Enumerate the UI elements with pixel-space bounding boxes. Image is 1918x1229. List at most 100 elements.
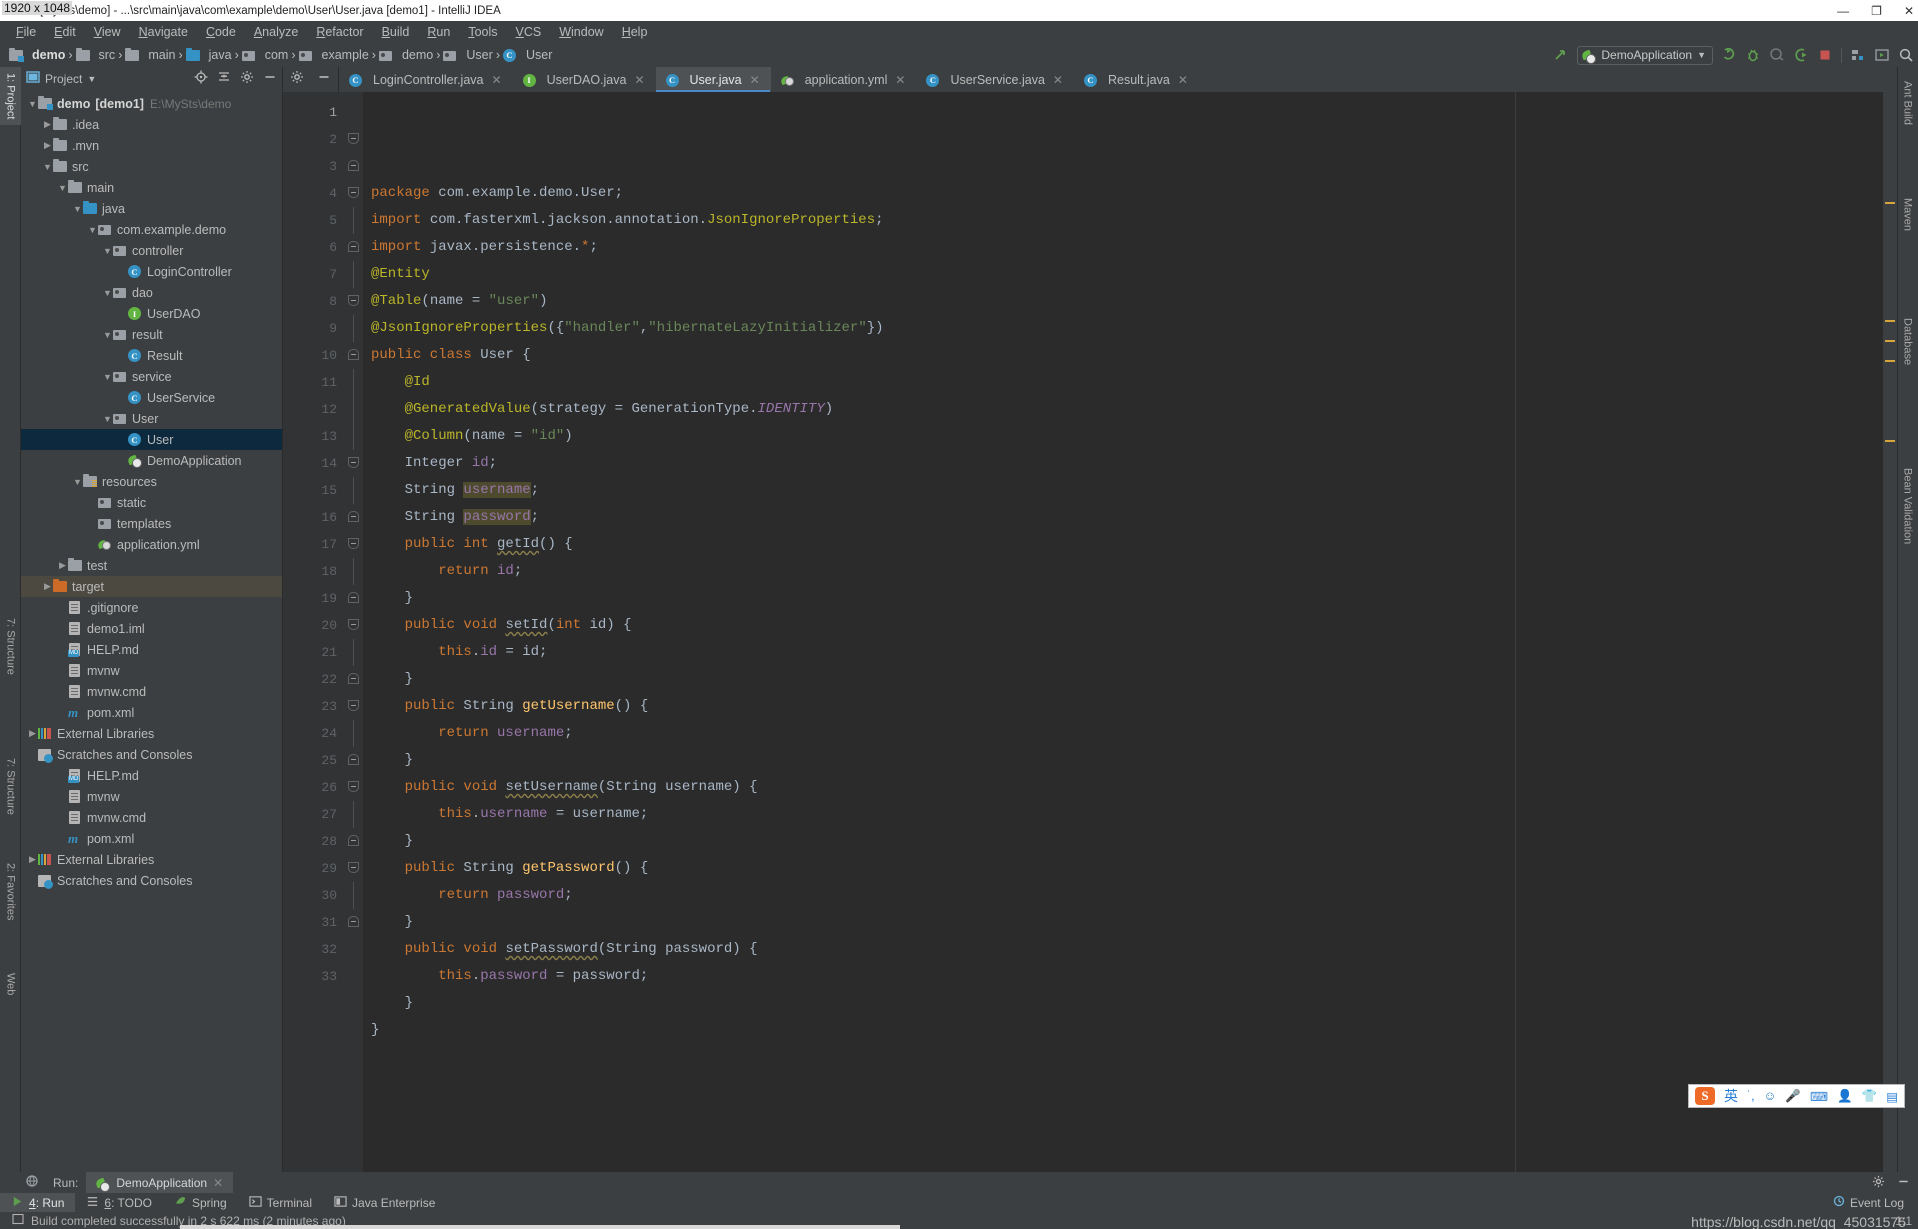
project-structure-icon[interactable] [1850, 47, 1866, 63]
collapse-all-icon[interactable] [217, 70, 231, 87]
fold-region[interactable] [345, 180, 363, 207]
tool-tab-antbuild[interactable]: Ant Build [1897, 75, 1918, 131]
chevron-down-icon[interactable]: ▼ [102, 414, 113, 424]
tree-node-mvnw[interactable]: mvnw [21, 786, 282, 807]
fold-toggle-icon[interactable] [348, 457, 359, 468]
tree-node-externallibraries[interactable]: ▶ External Libraries [21, 849, 282, 870]
fold-toggle-icon[interactable] [348, 511, 359, 522]
fold-region[interactable] [345, 99, 363, 126]
maximize-button[interactable]: ❐ [1871, 4, 1882, 18]
tree-node-demoapplication[interactable]: DemoApplication [21, 450, 282, 471]
fold-region[interactable] [345, 639, 363, 666]
event-log-button[interactable]: Event Log [1833, 1195, 1904, 1210]
scrollbar-thumb[interactable] [180, 1225, 900, 1229]
fold-region[interactable] [345, 450, 363, 477]
tool-tab-beanvalidation[interactable]: Bean Validation [1897, 462, 1918, 550]
chevron-down-icon[interactable]: ▼ [42, 162, 53, 172]
tree-node-service[interactable]: ▼ service [21, 366, 282, 387]
tree-node-logincontroller[interactable]: C LoginController [21, 261, 282, 282]
locate-icon[interactable] [194, 70, 208, 87]
chevron-down-icon[interactable]: ▼ [27, 99, 38, 109]
fold-region[interactable] [345, 207, 363, 234]
menu-item-code[interactable]: Code [197, 24, 245, 40]
menu-item-file[interactable]: File [7, 24, 45, 40]
tool-tab-structure[interactable]: 7: Structure [0, 752, 21, 821]
chevron-down-icon[interactable]: ▼ [87, 225, 98, 235]
fold-region[interactable] [345, 828, 363, 855]
close-button[interactable]: ✕ [1904, 4, 1914, 18]
search-everywhere-icon[interactable] [1898, 47, 1914, 63]
editor-tab-logincontrollerjava[interactable]: C LoginController.java ✕ [339, 67, 513, 92]
toolbox-icon[interactable]: ▤ [1886, 1089, 1898, 1104]
account-icon[interactable]: 👤 [1837, 1089, 1853, 1104]
tree-node-comexampledemo[interactable]: ▼ com.example.demo [21, 219, 282, 240]
chevron-down-icon[interactable]: ▼ [102, 246, 113, 256]
fold-toggle-icon[interactable] [348, 538, 359, 549]
menu-item-view[interactable]: View [85, 24, 130, 40]
fold-region[interactable] [345, 153, 363, 180]
horizontal-scrollbar[interactable] [100, 1225, 1918, 1229]
fold-region[interactable] [345, 747, 363, 774]
breadcrumb-item-java[interactable]: java [183, 47, 235, 63]
tree-node-src[interactable]: ▼ src [21, 156, 282, 177]
fold-region[interactable] [345, 531, 363, 558]
chevron-down-icon[interactable]: ▼ [72, 477, 83, 487]
tree-node-demo1iml[interactable]: demo1.iml [21, 618, 282, 639]
minimize-button[interactable]: — [1837, 4, 1849, 18]
fold-region[interactable] [345, 612, 363, 639]
fold-region[interactable] [345, 396, 363, 423]
ime-mode-label[interactable]: 英 [1724, 1086, 1738, 1106]
tool-tab-favorites[interactable]: 2: Favorites [0, 857, 21, 926]
tree-node-demo[interactable]: ▼ demo [demo1] E:\MySts\demo [21, 93, 282, 114]
tree-node-externallibraries[interactable]: ▶ External Libraries [21, 723, 282, 744]
tree-node-helpmd[interactable]: MD HELP.md [21, 765, 282, 786]
close-icon[interactable]: ✕ [1178, 73, 1188, 87]
fold-toggle-icon[interactable] [348, 187, 359, 198]
breadcrumb-item-demo[interactable]: demo [376, 48, 436, 63]
fold-region[interactable] [345, 126, 363, 153]
chevron-down-icon[interactable]: ▼ [102, 372, 113, 382]
debug-icon[interactable] [1745, 47, 1761, 63]
fold-region[interactable] [345, 315, 363, 342]
tree-node-applicationyml[interactable]: application.yml [21, 534, 282, 555]
editor-tab-userdaojava[interactable]: I UserDAO.java ✕ [513, 67, 656, 92]
fold-region[interactable] [345, 666, 363, 693]
tool-window-javaenterprise[interactable]: Java Enterprise [323, 1193, 446, 1212]
close-icon[interactable]: ✕ [213, 1176, 223, 1190]
fold-toggle-icon[interactable] [348, 592, 359, 603]
code-content[interactable]: package com.example.demo.User; import com… [363, 92, 1897, 1172]
run-icon[interactable] [1721, 47, 1737, 63]
fold-region[interactable] [345, 423, 363, 450]
fold-toggle-icon[interactable] [348, 673, 359, 684]
breadcrumb-item-com[interactable]: com [239, 48, 292, 63]
menu-item-vcs[interactable]: VCS [507, 24, 551, 40]
tree-node-scratchesandconsoles[interactable]: Scratches and Consoles [21, 744, 282, 765]
menu-item-tools[interactable]: Tools [459, 24, 506, 40]
tree-node-mvn[interactable]: ▶ .mvn [21, 135, 282, 156]
tree-node-result[interactable]: C Result [21, 345, 282, 366]
run-tab-demoapplication[interactable]: DemoApplication ✕ [86, 1172, 234, 1193]
menu-item-help[interactable]: Help [613, 24, 657, 40]
fold-toggle-icon[interactable] [348, 781, 359, 792]
fold-region[interactable] [345, 693, 363, 720]
fold-region[interactable] [345, 882, 363, 909]
tree-node-java[interactable]: ▼ java [21, 198, 282, 219]
attach-profiler-icon[interactable] [1793, 47, 1809, 63]
breadcrumb-item-main[interactable]: main [122, 47, 178, 63]
menu-item-refactor[interactable]: Refactor [307, 24, 372, 40]
tree-node-mvnwcmd[interactable]: mvnw.cmd [21, 681, 282, 702]
fold-region[interactable] [345, 585, 363, 612]
close-icon[interactable]: ✕ [895, 73, 905, 87]
editor-tab-applicationyml[interactable]: application.yml ✕ [771, 67, 917, 92]
breadcrumb-item-demo[interactable]: demo [6, 47, 68, 63]
fold-toggle-icon[interactable] [348, 619, 359, 630]
tree-node-pomxml[interactable]: m pom.xml [21, 828, 282, 849]
tree-node-dao[interactable]: ▼ dao [21, 282, 282, 303]
tree-node-target[interactable]: ▶ target [21, 576, 282, 597]
tree-node-controller[interactable]: ▼ controller [21, 240, 282, 261]
breadcrumb-item-user[interactable]: User [440, 48, 495, 63]
close-icon[interactable]: ✕ [634, 73, 644, 87]
fold-region[interactable] [345, 288, 363, 315]
tree-node-test[interactable]: ▶ test [21, 555, 282, 576]
tool-tab-web[interactable]: Web [0, 967, 21, 1001]
